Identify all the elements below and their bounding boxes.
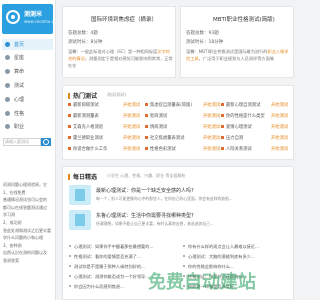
logo-url: www.ceceme.com	[24, 19, 61, 24]
article-link[interactable]: 心理测试：如果你手中握着那些最想要的...	[69, 244, 173, 250]
test-card[interactable]: MBTI职业性格测试(简版) 答题总数：93题 测试时长：18分钟 温馨：MBT…	[180, 6, 294, 78]
card-count: 答题总数：93题	[186, 31, 219, 36]
watermark: 免费自动建站	[148, 272, 256, 293]
card-title[interactable]: 国际环境到焦虑症（摘录）	[91, 15, 157, 23]
sidebar-item-suanming[interactable]: 算命	[2, 66, 53, 77]
test-icon	[5, 83, 10, 88]
start-test-button[interactable]: 开始测试	[203, 113, 220, 119]
article-link[interactable]: 心理测试：大脑的潜能到底有多少...	[183, 254, 287, 260]
hot-tests-panel: 热门测试 测试(测试) 最新抑郁测试 开始测试 焦虑症自测量表(简版) 开始测试…	[62, 85, 294, 160]
daily-title: 每日精选	[68, 172, 97, 181]
sidebar: 测测米 www.ceceme.com 首页 星座 算命 测试 心理 性格 职业 …	[0, 0, 60, 300]
list-item[interactable]: 社交焦虑量表测试	[145, 135, 201, 141]
quiz-image-icon[interactable]	[69, 185, 91, 205]
start-test-button[interactable]: 开始测试	[123, 146, 140, 152]
home-icon	[5, 42, 10, 47]
site-logo[interactable]: 测测米 www.ceceme.com	[2, 4, 60, 34]
heart-icon	[5, 97, 10, 102]
sidebar-item-zhiye[interactable]: 职业	[2, 121, 53, 132]
quiz-title[interactable]: 东鲁心理测试：生活中你需要寻找哪种类型?	[96, 212, 194, 219]
list-item[interactable]: 最新抑郁测试	[68, 102, 124, 108]
search-button[interactable]	[41, 138, 51, 146]
start-test-button[interactable]: 开始测试	[123, 102, 140, 108]
article-link[interactable]: 你有什么样的观点会让人最难以接近...	[183, 244, 287, 250]
list-item[interactable]: 人际关系测试	[221, 146, 269, 152]
start-test-button[interactable]: 开始测试	[203, 146, 220, 152]
list-item[interactable]: 情商测试	[145, 124, 201, 130]
list-item[interactable]: 爱情心理测试	[221, 124, 269, 130]
card-time: 测试时长：18分钟	[186, 40, 224, 45]
sidebar-item-xingge[interactable]: 性格	[2, 108, 53, 119]
start-test-button[interactable]: 开始测试	[203, 102, 220, 108]
quiz-desc: 每一个，别人可能更像你心中的那些人，在你自己的心里面，你会有这样的缺陷...	[96, 196, 233, 201]
start-test-button[interactable]: 开始测试	[271, 146, 288, 152]
site-intro: 初测问题心理测验网，它 1、在线免费 普通情况测试也可以会的 都可以在线答题测试…	[3, 182, 51, 263]
card-desc: 温馨：一般此标准对心理（SC）是一种相同标度文字符合的情况，测量测定于是相对感觉…	[68, 49, 173, 68]
card-title[interactable]: MBTI职业性格测试(简版)	[213, 15, 275, 23]
start-test-button[interactable]: 开始测试	[271, 102, 288, 108]
list-item[interactable]: 焦虑症自测量表(简版)	[145, 102, 201, 108]
sidebar-item-ceshi[interactable]: 测试	[2, 80, 53, 91]
start-test-button[interactable]: 开始测试	[123, 124, 140, 130]
card-time: 测试时长：8分钟	[68, 40, 103, 45]
sidebar-item-home[interactable]: 首页	[2, 39, 53, 50]
list-item[interactable]: 霍兰德职业测试	[68, 135, 124, 141]
logo-icon	[6, 10, 20, 24]
list-item[interactable]: 智商测试	[145, 113, 201, 119]
hot-tests-title: 热门测试	[68, 91, 97, 100]
card-count: 答题总数：4题	[68, 31, 98, 36]
sidebar-item-xingzuo[interactable]: 星座	[2, 52, 53, 63]
card-desc: 温馨：MBTI职业性格测试是国际最为流行的职业人格评估工具，广泛用于职业规划与人…	[186, 49, 289, 61]
start-test-button[interactable]: 开始测试	[271, 135, 288, 141]
list-item[interactable]: 最新测测量表	[68, 113, 124, 119]
list-item[interactable]: 压力自测	[221, 135, 269, 141]
daily-subtitle: 小学生 心理、性格、兴趣、职业 等全面解析	[107, 173, 186, 178]
list-item[interactable]: 艾森克人格测验	[68, 124, 124, 130]
test-card[interactable]: 国际环境到焦虑症（摘录） 答题总数：4题 测试时长：8分钟 温馨：一般此标准对心…	[62, 6, 176, 78]
briefcase-icon	[5, 124, 10, 129]
list-item[interactable]: 最新心理自测测试	[221, 102, 269, 108]
start-test-button[interactable]: 开始测试	[271, 124, 288, 130]
list-item[interactable]: 你的性格是什么类型	[221, 113, 269, 119]
start-test-button[interactable]: 开始测试	[203, 124, 220, 130]
logo-name: 测测米	[24, 11, 43, 18]
start-test-button[interactable]: 开始测试	[203, 135, 220, 141]
start-test-button[interactable]: 开始测试	[271, 113, 288, 119]
quiz-title[interactable]: 最新心理测试：你是一个缺乏安全感的人吗?	[96, 187, 194, 194]
user-icon	[5, 111, 10, 116]
sidebar-item-xinli[interactable]: 心理	[2, 94, 53, 105]
fortune-icon	[5, 69, 10, 74]
list-item[interactable]: 你适合做什么工作	[68, 146, 124, 152]
star-icon	[5, 55, 10, 60]
article-link[interactable]: 性格测试：看你的爱情是否充满了...	[69, 254, 173, 260]
list-item[interactable]: 性格色彩测试	[145, 146, 201, 152]
start-test-button[interactable]: 开始测试	[123, 135, 140, 141]
start-test-button[interactable]: 开始测试	[123, 113, 140, 119]
quiz-image-icon[interactable]	[69, 210, 91, 230]
quiz-desc: 所谓理想，如果不能让自己更丰富，有时认真地去想，来选选你自己...	[96, 221, 214, 226]
hot-tests-subtitle: 测试(测试)	[107, 92, 127, 97]
search-input[interactable]: 请输入要测试	[3, 138, 41, 146]
